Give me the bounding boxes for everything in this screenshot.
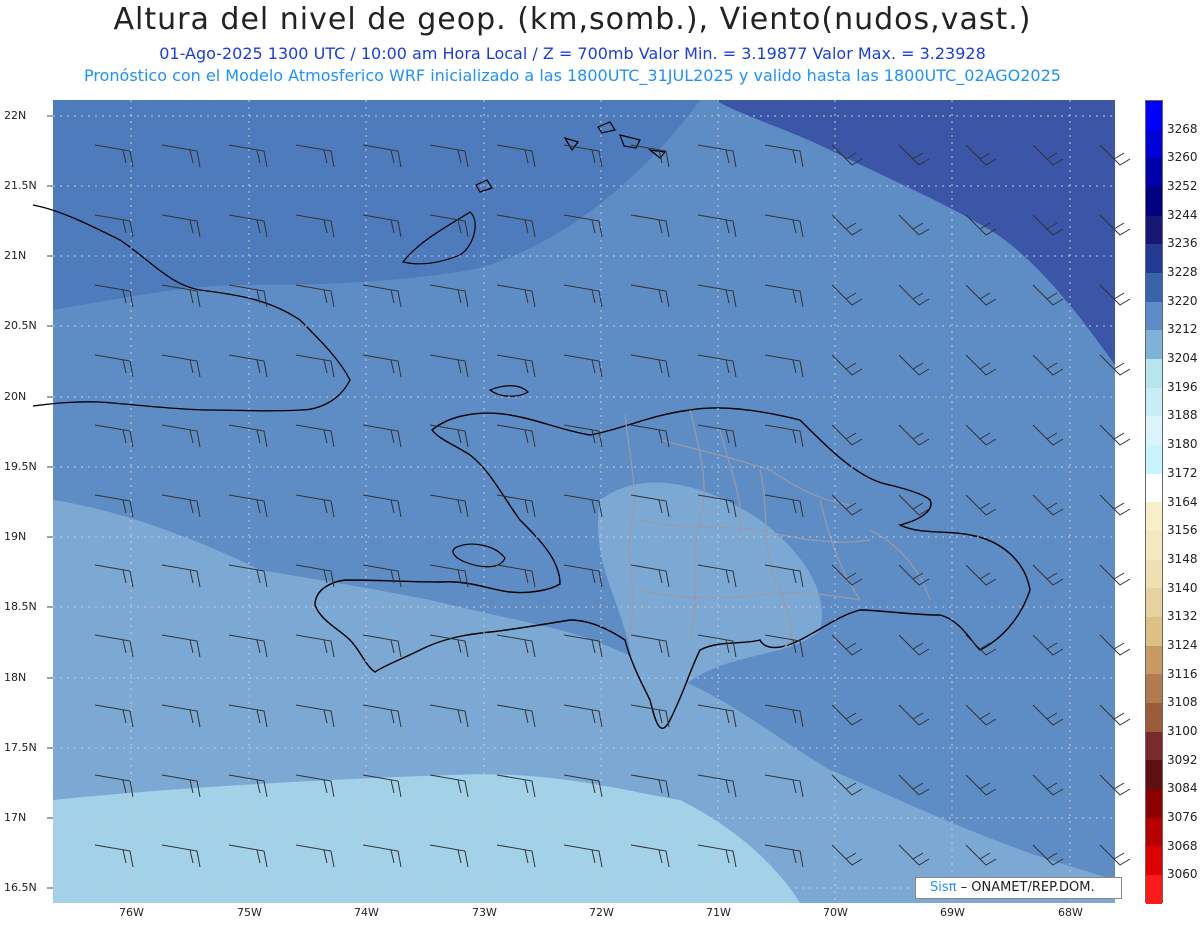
lat-label: 19N — [4, 530, 27, 543]
colorbar-segment — [1146, 674, 1162, 704]
colorbar-segment — [1146, 215, 1162, 245]
colorbar-segment — [1146, 158, 1162, 188]
colorbar-label: 3252 — [1167, 179, 1198, 194]
colorbar — [1145, 100, 1163, 904]
colorbar-label: 3068 — [1167, 838, 1198, 853]
lat-label: 21N — [4, 249, 27, 262]
colorbar-label: 3116 — [1167, 666, 1198, 681]
colorbar-label: 3060 — [1167, 867, 1198, 882]
colorbar-segment — [1146, 731, 1162, 761]
colorbar-segment — [1146, 617, 1162, 646]
lat-label: 19.5N — [4, 460, 37, 473]
lat-label: 20N — [4, 390, 27, 403]
lat-label: 17.5N — [4, 741, 37, 754]
colorbar-label: 3180 — [1167, 437, 1198, 452]
geopotential-map — [32, 100, 1131, 903]
colorbar-segment — [1146, 387, 1162, 417]
lat-label: 18N — [4, 671, 27, 684]
colorbar-label: 3212 — [1167, 322, 1198, 337]
lon-label: 74W — [354, 906, 379, 919]
colorbar-segment — [1146, 846, 1162, 876]
lon-label: 75W — [237, 906, 262, 919]
colorbar-label: 3124 — [1167, 637, 1198, 652]
colorbar-label: 3140 — [1167, 580, 1198, 595]
colorbar-segment — [1146, 789, 1162, 818]
colorbar-segment — [1146, 416, 1162, 446]
colorbar-label: 3220 — [1167, 293, 1198, 308]
colorbar-label: 3108 — [1167, 695, 1198, 710]
colorbar-segment — [1146, 473, 1162, 503]
colorbar-segment — [1146, 703, 1162, 732]
lat-label: 18.5N — [4, 600, 37, 613]
colorbar-segment — [1146, 531, 1162, 560]
colorbar-label: 3164 — [1167, 494, 1198, 509]
colorbar-segment — [1146, 502, 1162, 532]
colorbar-label: 3196 — [1167, 379, 1198, 394]
colorbar-segment — [1146, 875, 1162, 904]
colorbar-label: 3260 — [1167, 150, 1198, 165]
colorbar-segment — [1146, 817, 1162, 847]
lat-label: 22N — [4, 109, 27, 122]
colorbar-label: 3092 — [1167, 752, 1198, 767]
lat-label: 16.5N — [4, 881, 37, 894]
lat-label: 20.5N — [4, 319, 37, 332]
colorbar-label: 3132 — [1167, 609, 1198, 624]
lat-label: 21.5N — [4, 179, 37, 192]
credit-box: Sisπ – ONAMET/REP.DOM. — [915, 877, 1122, 899]
colorbar-segment — [1146, 101, 1162, 130]
colorbar-label: 3172 — [1167, 465, 1198, 480]
colorbar-label: 3236 — [1167, 236, 1198, 251]
colorbar-label: 3204 — [1167, 351, 1198, 366]
sispi-brand: Sisπ — [930, 880, 957, 895]
colorbar-label: 3076 — [1167, 809, 1198, 824]
colorbar-segment — [1146, 445, 1162, 474]
colorbar-label: 3100 — [1167, 723, 1198, 738]
colorbar-segment — [1146, 301, 1162, 331]
colorbar-segment — [1146, 359, 1162, 388]
colorbar-label: 3156 — [1167, 523, 1198, 538]
colorbar-segment — [1146, 273, 1162, 302]
lon-label: 68W — [1058, 906, 1083, 919]
colorbar-label: 3188 — [1167, 408, 1198, 423]
colorbar-segment — [1146, 244, 1162, 274]
lon-label: 72W — [589, 906, 614, 919]
onamet-credit: – ONAMET/REP.DOM. — [956, 880, 1095, 895]
colorbar-segment — [1146, 330, 1162, 360]
axis-ticks — [47, 115, 53, 889]
lat-label: 17N — [4, 811, 27, 824]
colorbar-segment — [1146, 760, 1162, 790]
lon-label: 70W — [823, 906, 848, 919]
colorbar-label: 3244 — [1167, 207, 1198, 222]
lon-label: 69W — [940, 906, 965, 919]
lon-label: 71W — [706, 906, 731, 919]
colorbar-segment — [1146, 645, 1162, 675]
colorbar-label: 3228 — [1167, 265, 1198, 280]
colorbar-segment — [1146, 588, 1162, 618]
colorbar-segment — [1146, 129, 1162, 159]
lon-label: 76W — [119, 906, 144, 919]
colorbar-label: 3148 — [1167, 551, 1198, 566]
colorbar-label: 3268 — [1167, 121, 1198, 136]
lon-label: 73W — [472, 906, 497, 919]
colorbar-label: 3084 — [1167, 781, 1198, 796]
colorbar-segment — [1146, 559, 1162, 589]
colorbar-segment — [1146, 187, 1162, 216]
